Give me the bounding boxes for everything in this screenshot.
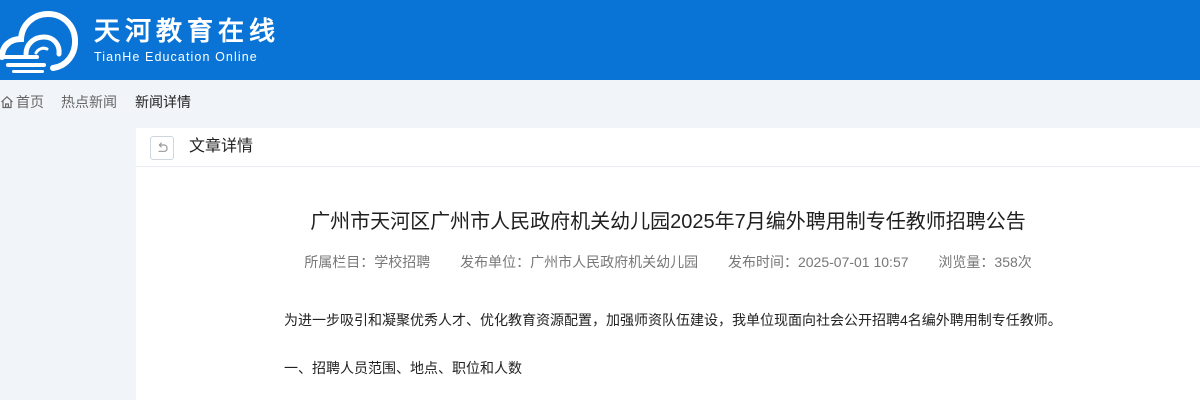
breadcrumb-hot-news[interactable]: 热点新闻 <box>61 92 117 112</box>
meta-column: 所属栏目：学校招聘 <box>304 254 431 270</box>
home-icon <box>1 96 13 109</box>
back-button[interactable] <box>150 136 174 160</box>
article-section-heading: 一、招聘人员范围、地点、职位和人数 <box>284 360 522 376</box>
article-paragraph: 为进一步吸引和凝聚优秀人才、优化教育资源配置，加强师资队伍建设，我单位现面向社会… <box>284 312 1062 328</box>
meta-views: 浏览量：358次 <box>938 254 1032 270</box>
site-logo-subtitle: TianHe Education Online <box>94 50 258 64</box>
panel-title: 文章详情 <box>189 138 254 155</box>
panel-header: 文章详情 <box>136 128 1200 167</box>
breadcrumb-news-detail: 新闻详情 <box>135 94 191 110</box>
breadcrumb-home[interactable]: 首页 <box>0 92 44 112</box>
article-meta: 所属栏目：学校招聘 发布单位：广州市人民政府机关幼儿园 发布时间：2025-07… <box>136 252 1200 272</box>
cloud-logo-icon[interactable] <box>0 8 78 74</box>
article-panel: 文章详情 广州市天河区广州市人民政府机关幼儿园2025年7月编外聘用制专任教师招… <box>136 128 1200 400</box>
article-title: 广州市天河区广州市人民政府机关幼儿园2025年7月编外聘用制专任教师招聘公告 <box>310 211 1026 233</box>
back-arrow-icon <box>158 142 168 152</box>
meta-publisher: 发布单位：广州市人民政府机关幼儿园 <box>460 254 699 270</box>
site-header: 天河教育在线 TianHe Education Online <box>0 0 1200 80</box>
breadcrumb-home-label: 首页 <box>16 94 44 110</box>
meta-publish-time: 发布时间：2025-07-01 10:57 <box>727 254 909 270</box>
breadcrumb: 首页 热点新闻 新闻详情 <box>0 91 191 113</box>
site-logo-title: 天河教育在线 <box>94 17 281 47</box>
